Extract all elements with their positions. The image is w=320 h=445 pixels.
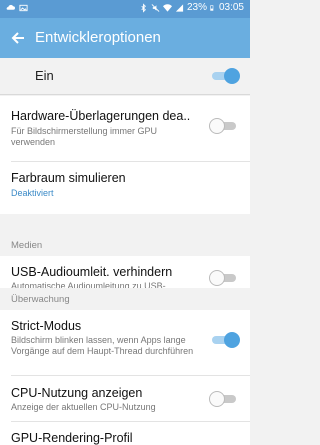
setting-description: Anzeige der aktuellen CPU-Nutzung [11,402,156,412]
usb-audio-toggle[interactable] [209,270,236,286]
section-label: Überwachung [11,294,70,305]
setting-hardware-overlays[interactable]: Hardware-Überlagerungen dea.. Für Bildsc… [0,96,250,162]
master-switch-row[interactable]: Ein [0,58,250,95]
cloud-icon [6,4,15,10]
hardware-overlays-toggle[interactable] [209,118,236,134]
cpu-usage-toggle[interactable] [209,391,236,407]
battery-icon [210,4,214,11]
wifi-icon [162,3,172,12]
setting-simulate-color-space[interactable]: Farbraum simulieren Deaktiviert [0,162,250,214]
image-icon [19,4,28,12]
master-toggle[interactable] [212,68,240,84]
section-header-monitoring: Überwachung [0,288,250,310]
setting-description: Für Bildschirmerstellung immer GPU verwe… [11,126,158,147]
setting-title: Farbraum simulieren [11,171,126,185]
setting-title: CPU-Nutzung anzeigen [11,386,143,400]
signal-icon [175,3,184,12]
setting-description: Bildschirm blinken lassen, wenn Apps lan… [11,335,194,356]
mute-icon [151,3,160,12]
section-label: Medien [11,240,43,251]
bluetooth-icon [141,2,146,13]
clock: 03:05 [218,2,244,13]
section-header-media: Medien [0,234,250,256]
battery-percent: 23% [186,2,207,13]
setting-value: Deaktiviert [11,188,54,198]
status-bar: 23% 03:05 [0,0,250,18]
app-bar: Entwickleroptionen [0,18,250,58]
setting-title: GPU-Rendering-Profil [11,431,133,445]
setting-gpu-rendering-profile[interactable]: GPU-Rendering-Profil [0,422,250,445]
back-arrow-icon[interactable] [8,28,28,48]
setting-show-cpu-usage[interactable]: CPU-Nutzung anzeigen Anzeige der aktuell… [0,376,250,422]
strict-mode-toggle[interactable] [212,332,240,348]
setting-title: USB-Audioumleit. verhindern [11,265,173,279]
page-title: Entwickleroptionen [35,29,161,46]
setting-strict-mode[interactable]: Strict-Modus Bildschirm blinken lassen, … [0,310,250,376]
master-switch-label: Ein [35,68,54,83]
setting-title: Hardware-Überlagerungen dea.. [11,109,191,123]
setting-title: Strict-Modus [11,319,82,333]
